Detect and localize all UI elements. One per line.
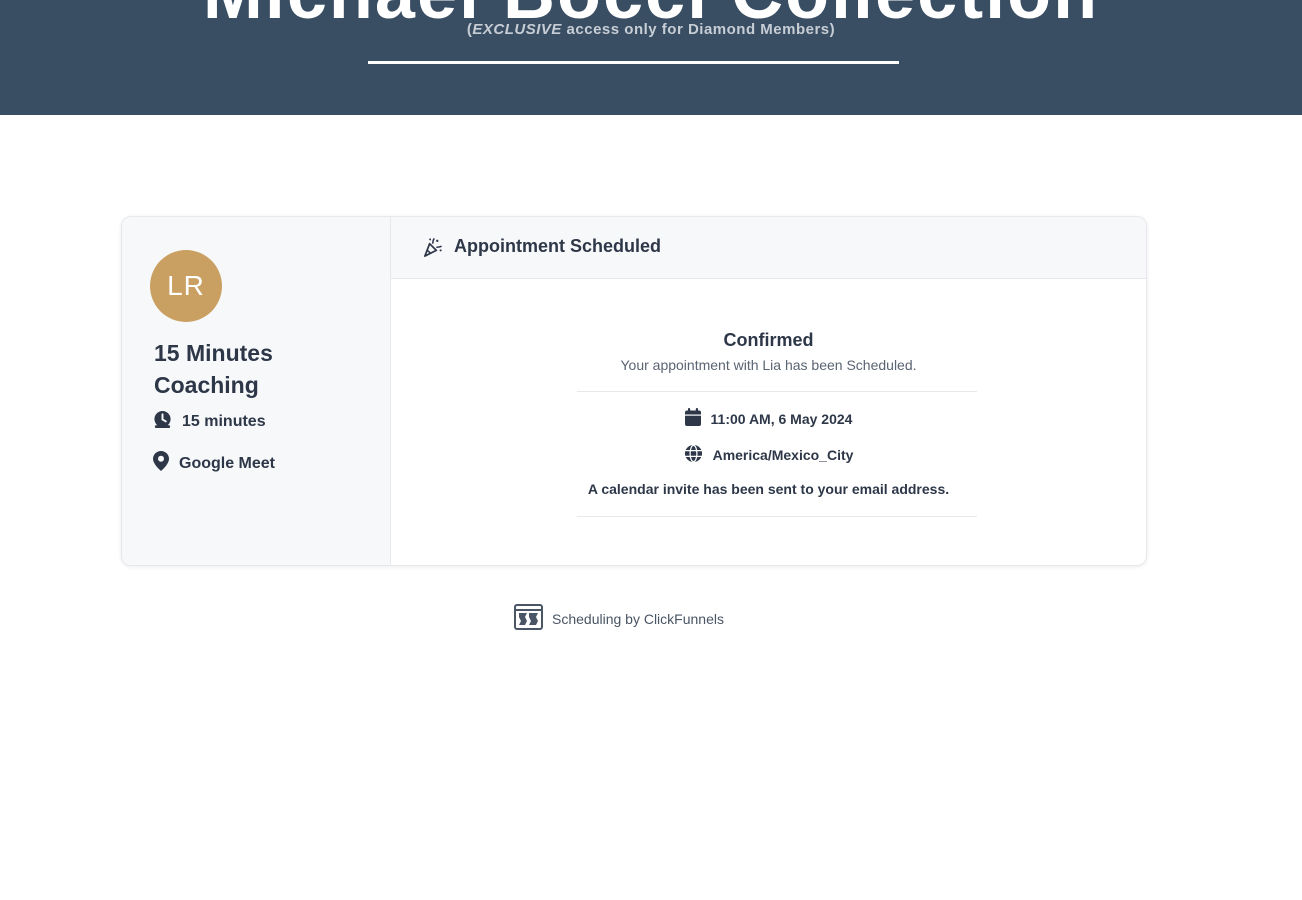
divider [577,391,977,392]
avatar: LR [150,250,222,322]
event-details-panel: LR 15 Minutes Coaching 15 minutes Google… [122,217,391,565]
page-banner: Michael Bocci Collection (EXCLUSIVE acce… [0,0,1302,115]
appointment-timezone: America/Mexico_City [391,444,1146,466]
confirmation-header-title: Appointment Scheduled [454,236,661,256]
confirmation-message: Your appointment with Lia has been Sched… [620,357,917,373]
footer-text[interactable]: Scheduling by ClickFunnels [552,611,724,627]
appointment-datetime: 11:00 AM, 6 May 2024 [391,408,1146,429]
footer-branding[interactable]: Scheduling by ClickFunnels [514,604,724,633]
booking-card: LR 15 Minutes Coaching 15 minutes Google… [121,216,1147,566]
event-duration: 15 minutes [153,410,266,434]
event-duration-label: 15 minutes [182,413,266,430]
appointment-timezone-label: America/Mexico_City [712,447,854,463]
calendar-invite-note: A calendar invite has been sent to your … [587,481,950,497]
subtitle-exclusive: EXCLUSIVE [472,21,562,38]
confirmation-panel: Appointment Scheduled Confirmed Your app… [391,217,1146,565]
divider [577,516,977,517]
confirmation-status: Confirmed [723,330,814,350]
event-location: Google Meet [153,451,275,476]
globe-icon [684,444,713,466]
clickfunnels-logo-icon [514,604,552,633]
subtitle-rest: access only for Diamond Members) [561,21,836,38]
party-popper-icon [422,237,443,263]
event-title: 15 Minutes Coaching [154,340,273,398]
appointment-datetime-label: 11:00 AM, 6 May 2024 [710,410,853,427]
event-location-label: Google Meet [179,454,276,472]
calendar-icon [684,408,711,429]
map-pin-icon [153,451,179,476]
clock-icon [153,410,182,434]
banner-subtitle: (EXCLUSIVE access only for Diamond Membe… [0,21,1302,38]
banner-divider [368,61,899,64]
confirmation-header: Appointment Scheduled [391,217,1146,279]
